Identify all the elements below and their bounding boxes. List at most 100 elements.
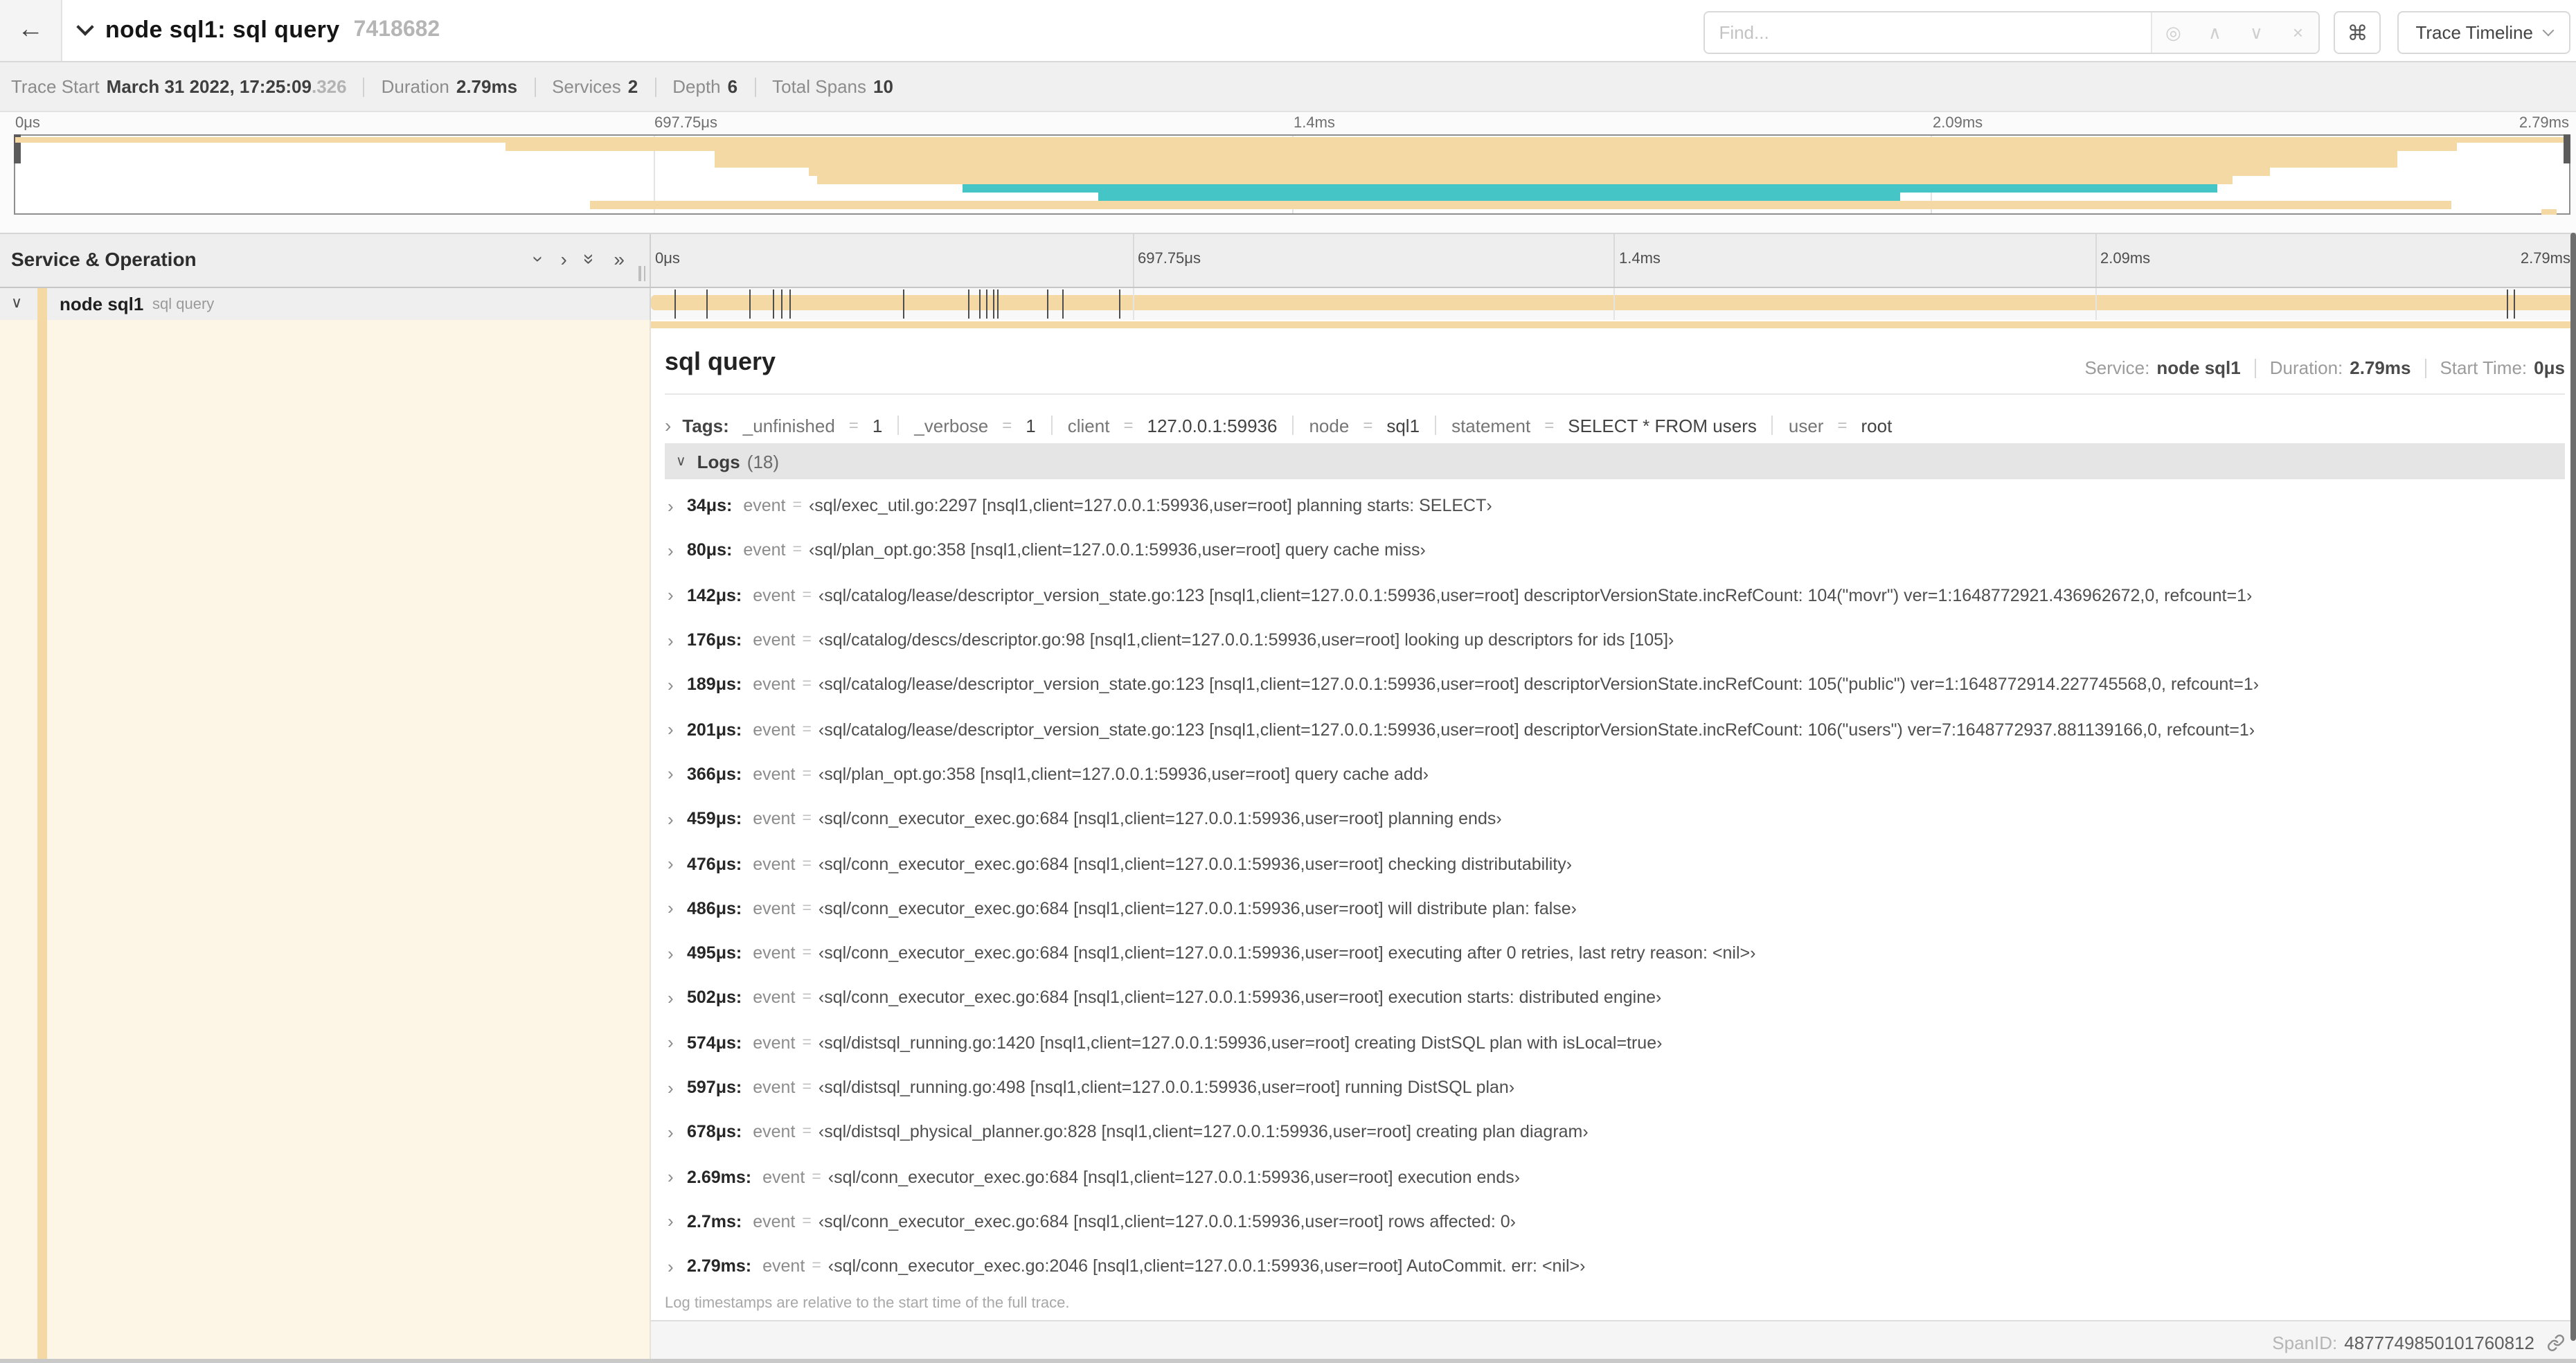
timeline-gridline (1132, 288, 1134, 320)
tags-row[interactable]: › Tags: _unfinished = 1 _verbose = 1 client = 12… (665, 409, 2565, 442)
log-expand-chevron-icon[interactable]: › (668, 988, 687, 1008)
log-marker-tick (979, 289, 981, 319)
log-row[interactable]: › 678μs: event = ‹sql/distsql_physical_plann… (665, 1110, 2565, 1155)
log-field-name: event (753, 943, 796, 963)
log-timestamp: 502μs: (687, 988, 742, 1008)
logs-section-header[interactable]: ∨ Logs (18) (665, 443, 2565, 479)
focus-match-icon[interactable]: ◎ (2152, 12, 2194, 53)
log-expand-chevron-icon[interactable]: › (668, 764, 687, 785)
log-expand-chevron-icon[interactable]: › (668, 630, 687, 650)
minimap-span-bar (817, 176, 2233, 184)
log-expand-chevron-icon[interactable]: › (668, 1256, 687, 1276)
log-expand-chevron-icon[interactable]: › (668, 808, 687, 829)
log-timestamp: 189μs: (687, 675, 742, 695)
log-expand-chevron-icon[interactable]: › (668, 540, 687, 561)
trace-summary-bar: Trace Start March 31 2022, 17:25:09.326 Du… (0, 62, 2576, 112)
log-row[interactable]: › 366μs: event = ‹sql/plan_opt.go:358 [nsql1… (665, 752, 2565, 797)
log-row[interactable]: › 142μs: event = ‹sql/catalog/lease/descript… (665, 573, 2565, 618)
log-row[interactable]: › 2.79ms: event = ‹sql/conn_executor_exec.go… (665, 1244, 2565, 1289)
log-marker-tick (967, 289, 969, 319)
span-collapse-chevron-icon[interactable]: ∨ (11, 294, 22, 312)
ruler-tick: 2.09ms (2095, 234, 2206, 287)
log-expand-chevron-icon[interactable]: › (668, 898, 687, 919)
collapse-all-icon[interactable]: » (578, 253, 603, 265)
chevron-down-icon (2542, 24, 2555, 37)
trace-info-item: Duration 2.79ms (382, 76, 517, 97)
log-row[interactable]: › 502μs: event = ‹sql/conn_executor_exec.go:… (665, 976, 2565, 1021)
log-equals: = (802, 810, 812, 828)
log-expand-chevron-icon[interactable]: › (668, 1211, 687, 1232)
next-match-icon[interactable]: ∨ (2235, 12, 2277, 53)
log-expand-chevron-icon[interactable]: › (668, 1122, 687, 1143)
log-expand-chevron-icon[interactable]: › (668, 675, 687, 695)
log-expand-chevron-icon[interactable]: › (668, 495, 687, 516)
collapse-trace-chevron-icon[interactable] (76, 18, 94, 36)
collapse-one-icon[interactable]: › (527, 256, 552, 262)
back-button[interactable]: ← (0, 0, 62, 61)
minimap-canvas[interactable] (14, 134, 2570, 215)
span-detail-panel: sql query Service: node sql1 Duration: 2.79… (651, 320, 2576, 1320)
logs-collapse-chevron-icon[interactable]: ∨ (676, 454, 686, 469)
log-marker-tick (789, 289, 791, 319)
log-marker-tick (2507, 289, 2509, 319)
log-timestamp: 80μs: (687, 540, 733, 560)
log-row[interactable]: › 476μs: event = ‹sql/conn_executor_exec.go:… (665, 841, 2565, 887)
log-marker-tick (997, 289, 999, 319)
log-expand-chevron-icon[interactable]: › (668, 585, 687, 605)
log-expand-chevron-icon[interactable]: › (668, 943, 687, 963)
ruler-tick-label: 2.09ms (2100, 251, 2151, 267)
tag-value: sql1 (1386, 415, 1420, 436)
find-input[interactable] (1705, 12, 2152, 53)
clear-find-icon[interactable]: × (2277, 12, 2318, 53)
ruler-tick-label: 0μs (655, 251, 680, 267)
find-buttons: ◎ ∧ ∨ × (2151, 12, 2319, 53)
span-row-name-cell[interactable]: ∨ node sql1 sql query (0, 288, 651, 320)
meta-label: Start Time: (2440, 357, 2528, 378)
keyboard-shortcuts-button[interactable]: ⌘ (2334, 11, 2381, 54)
tag-equals: = (848, 416, 859, 435)
expand-all-icon[interactable]: » (614, 247, 625, 271)
log-row[interactable]: › 574μs: event = ‹sql/distsql_running.go:142… (665, 1020, 2565, 1065)
log-row[interactable]: › 201μs: event = ‹sql/catalog/lease/descript… (665, 707, 2565, 752)
column-resize-grip[interactable] (638, 266, 645, 281)
log-marker-tick (749, 289, 751, 319)
trace-info-value: 2.79ms (456, 76, 518, 97)
vertical-scrollbar[interactable] (2570, 233, 2576, 1341)
log-expand-chevron-icon[interactable]: › (668, 1077, 687, 1098)
tags-expand-chevron-icon[interactable]: › (665, 414, 671, 436)
log-field-name: event (753, 988, 796, 1008)
log-row[interactable]: › 2.69ms: event = ‹sql/conn_executor_exec.go… (665, 1155, 2565, 1200)
log-value: ‹sql/conn_executor_exec.go:684 [nsql1,cl… (828, 1167, 1521, 1187)
timeline-ruler: 0μs 697.75μs 1.4ms 2.09ms 2.79ms (651, 234, 2576, 287)
log-row[interactable]: › 189μs: event = ‹sql/catalog/lease/descript… (665, 662, 2565, 707)
prev-match-icon[interactable]: ∧ (2194, 12, 2235, 53)
log-expand-chevron-icon[interactable]: › (668, 853, 687, 874)
span-detail-accent-bar (651, 321, 2576, 328)
log-row[interactable]: › 176μs: event = ‹sql/catalog/descs/descript… (665, 618, 2565, 663)
viewport-scrubber-right[interactable] (2564, 134, 2570, 163)
log-row[interactable]: › 2.7ms: event = ‹sql/conn_executor_exec.go:… (665, 1200, 2565, 1245)
log-expand-chevron-icon[interactable]: › (668, 1166, 687, 1187)
log-row[interactable]: › 459μs: event = ‹sql/conn_executor_exec.go:… (665, 796, 2565, 841)
log-equals: = (802, 1034, 812, 1051)
minimap-time-label: 2.79ms (2519, 115, 2569, 132)
view-selector-button[interactable]: Trace Timeline (2397, 11, 2570, 54)
log-row[interactable]: › 486μs: event = ‹sql/conn_executor_exec.go:… (665, 886, 2565, 931)
log-expand-chevron-icon[interactable]: › (668, 1032, 687, 1053)
spanid-value: 4877749850101760812 (2344, 1332, 2534, 1353)
log-row[interactable]: › 80μs: event = ‹sql/plan_opt.go:358 [nsql1,… (665, 528, 2565, 573)
trace-info-value-suffix: .326 (311, 76, 347, 97)
span-row-timeline[interactable] (651, 288, 2576, 320)
log-expand-chevron-icon[interactable]: › (668, 719, 687, 740)
deep-link-icon[interactable] (2547, 1333, 2565, 1351)
command-icon: ⌘ (2347, 21, 2368, 45)
log-field-name: event (753, 764, 796, 784)
log-marker-tick (986, 289, 988, 319)
ruler-tick: 0μs (651, 234, 762, 287)
log-timestamp: 142μs: (687, 585, 742, 605)
expand-one-icon[interactable]: › (560, 247, 566, 271)
log-row[interactable]: › 34μs: event = ‹sql/exec_util.go:2297 [nsql… (665, 483, 2565, 528)
log-value: ‹sql/conn_executor_exec.go:684 [nsql1,cl… (818, 898, 1577, 918)
log-row[interactable]: › 495μs: event = ‹sql/conn_executor_exec.go:… (665, 931, 2565, 976)
log-row[interactable]: › 597μs: event = ‹sql/distsql_running.go:498… (665, 1065, 2565, 1110)
